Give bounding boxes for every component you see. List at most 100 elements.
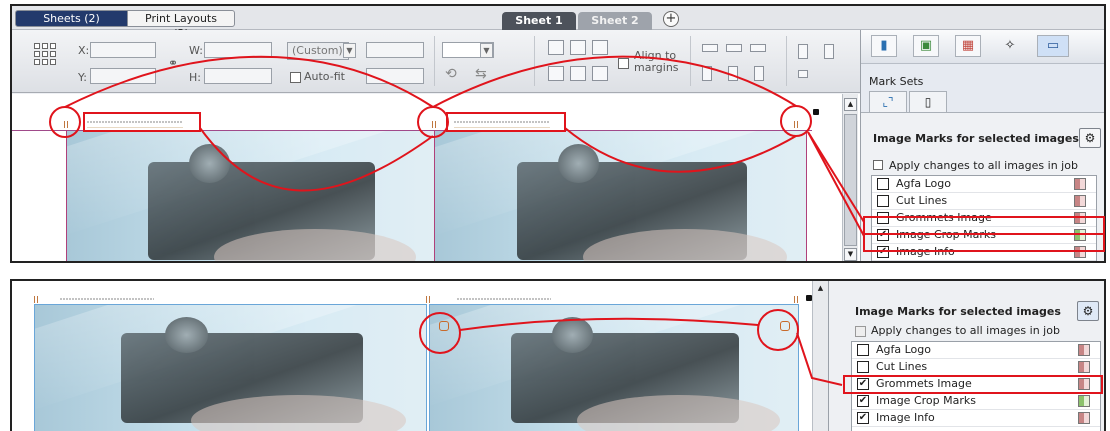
preset-extra-field[interactable] <box>366 42 424 58</box>
monitor-icon[interactable]: ▭ <box>1037 35 1069 57</box>
align-top-icon[interactable] <box>548 40 564 55</box>
scroll-down-button[interactable]: ▼ <box>844 248 857 261</box>
canvas-scrollbar[interactable]: ▲ ▼ <box>842 94 858 261</box>
image-marks-title: Image Marks for selected images <box>855 305 1061 318</box>
canvas-scrollbar[interactable]: ▲ <box>812 281 828 431</box>
align-bottom-icon[interactable] <box>592 40 608 55</box>
rotate-icon[interactable]: ⟲ <box>445 66 457 82</box>
scroll-up-button[interactable]: ▲ <box>814 283 827 296</box>
mark-color-swatch[interactable] <box>1078 361 1090 373</box>
checkbox-unchecked[interactable] <box>877 195 889 207</box>
mark-row[interactable]: ✔ Image Info <box>852 410 1100 427</box>
match-icon[interactable] <box>824 44 834 59</box>
checkbox-checked[interactable]: ✔ <box>877 229 889 241</box>
image-icon[interactable]: ▣ <box>913 35 939 57</box>
mark-row[interactable]: Cut Lines <box>872 193 1096 210</box>
mark-color-swatch[interactable] <box>1074 246 1086 258</box>
image-frame-1[interactable] <box>67 131 434 261</box>
checkbox-checked[interactable]: ✔ <box>857 395 869 407</box>
x-label: X: <box>78 44 90 57</box>
mark-sets-tabs: ⌞⌝ ▯ <box>869 91 959 113</box>
document-icon[interactable]: ▮ <box>871 35 897 57</box>
align-left-icon[interactable] <box>548 66 564 81</box>
checkbox-checked[interactable]: ✔ <box>877 246 889 258</box>
apply-all-checkbox[interactable] <box>855 324 866 337</box>
mark-row[interactable]: ✔ Grommets Image <box>852 376 1100 393</box>
checkbox-checked[interactable]: ✔ <box>857 412 869 424</box>
y-label: Y: <box>78 71 87 84</box>
size-preset-select[interactable]: (Custom) <box>287 42 349 60</box>
crop-marks-tab-icon[interactable]: ⌞⌝ <box>869 91 907 113</box>
align-to-margins-checkbox[interactable] <box>618 56 629 69</box>
y-field[interactable] <box>90 68 156 84</box>
apply-all-checkbox[interactable] <box>873 158 883 171</box>
mark-color-swatch[interactable] <box>1074 229 1086 241</box>
gear-icon[interactable]: ⚙ <box>1077 301 1099 321</box>
crop-marks-icon[interactable]: ✧ <box>997 35 1023 57</box>
link-icon[interactable]: ⚭ <box>168 56 178 70</box>
image-frame-2[interactable] <box>429 304 799 431</box>
space-h-icon[interactable] <box>798 70 808 78</box>
mark-row[interactable]: Solid Extension <box>872 261 1096 263</box>
mark-color-swatch[interactable] <box>1074 195 1086 207</box>
mark-color-swatch[interactable] <box>1078 378 1090 390</box>
color-icon[interactable]: ▦ <box>955 35 981 57</box>
sheet-canvas[interactable]: ▲ ▼ <box>12 94 860 261</box>
mark-row[interactable]: ✔ Image Info <box>872 244 1096 261</box>
scroll-thumb[interactable] <box>844 114 857 246</box>
checkbox-unchecked[interactable] <box>877 178 889 190</box>
mark-sets-label: Mark Sets <box>869 75 924 88</box>
checkbox-unchecked[interactable] <box>857 361 869 373</box>
chevron-down-icon[interactable]: ▼ <box>480 43 493 58</box>
mark-color-swatch[interactable] <box>1078 344 1090 356</box>
image-frame-2[interactable] <box>435 131 806 261</box>
mark-row[interactable]: ✔ Image Crop Marks <box>852 393 1100 410</box>
image-frame-1[interactable] <box>34 304 427 431</box>
auto-fit-checkbox[interactable] <box>290 70 301 83</box>
chevron-down-icon[interactable]: ▼ <box>343 43 356 58</box>
align-middle-icon[interactable] <box>570 40 586 55</box>
tab-print-layouts[interactable]: Print Layouts (2) <box>127 10 235 40</box>
width-field[interactable] <box>204 42 272 58</box>
mark-color-swatch[interactable] <box>1078 412 1090 424</box>
apply-all-label: Apply changes to all images in job <box>889 159 1078 172</box>
x-field[interactable] <box>90 42 156 58</box>
mark-row[interactable]: Agfa Logo <box>852 342 1100 359</box>
checkbox-checked[interactable]: ✔ <box>857 378 869 390</box>
grid-anchor-icon[interactable] <box>34 43 56 65</box>
mark-row[interactable]: Agfa Logo <box>872 176 1096 193</box>
page-icon[interactable]: ▯ <box>909 91 947 113</box>
screenshot: Sheets (2) Print Layouts (2) Sheet 1 She… <box>0 0 1110 431</box>
distribute-h3-icon[interactable] <box>750 44 766 52</box>
view-tab-bar: Sheets (2) Print Layouts (2) Sheet 1 She… <box>12 6 1104 40</box>
distribute-v-icon[interactable] <box>702 66 712 81</box>
h-label: H: <box>189 71 201 84</box>
mark-label: Cut Lines <box>896 194 948 207</box>
mark-color-swatch[interactable] <box>1074 178 1086 190</box>
mark-row[interactable]: Cut Lines <box>852 359 1100 376</box>
height-field[interactable] <box>204 68 272 84</box>
mark-color-swatch[interactable] <box>1074 212 1086 224</box>
align-center-icon[interactable] <box>570 66 586 81</box>
distribute-v2-icon[interactable] <box>728 66 738 81</box>
auto-fit-field[interactable] <box>366 68 424 84</box>
align-right-icon[interactable] <box>592 66 608 81</box>
tab-sheet-2[interactable]: Sheet 2 <box>578 12 652 30</box>
scroll-up-button[interactable]: ▲ <box>844 98 857 111</box>
space-v-icon[interactable] <box>798 44 808 59</box>
distribute-h2-icon[interactable] <box>726 44 742 52</box>
mark-label: Solid Extension <box>896 262 980 263</box>
mark-color-swatch[interactable] <box>1078 395 1090 407</box>
gear-icon[interactable]: ⚙ <box>1079 128 1101 148</box>
mark-row[interactable]: Grommets Image <box>872 210 1096 227</box>
distribute-v3-icon[interactable] <box>754 66 764 81</box>
distribute-h-icon[interactable] <box>702 44 718 52</box>
tab-sheet-1[interactable]: Sheet 1 <box>502 12 576 30</box>
add-sheet-button[interactable]: + <box>663 11 679 27</box>
checkbox-unchecked[interactable] <box>877 212 889 224</box>
mark-row[interactable]: ✔ Image Crop Marks <box>872 227 1096 244</box>
tab-sheets[interactable]: Sheets (2) <box>15 10 128 27</box>
checkbox-unchecked[interactable] <box>857 344 869 356</box>
flip-icon[interactable]: ⇆ <box>475 66 487 82</box>
sheet-canvas-grommets[interactable]: ▲ <box>12 281 828 431</box>
